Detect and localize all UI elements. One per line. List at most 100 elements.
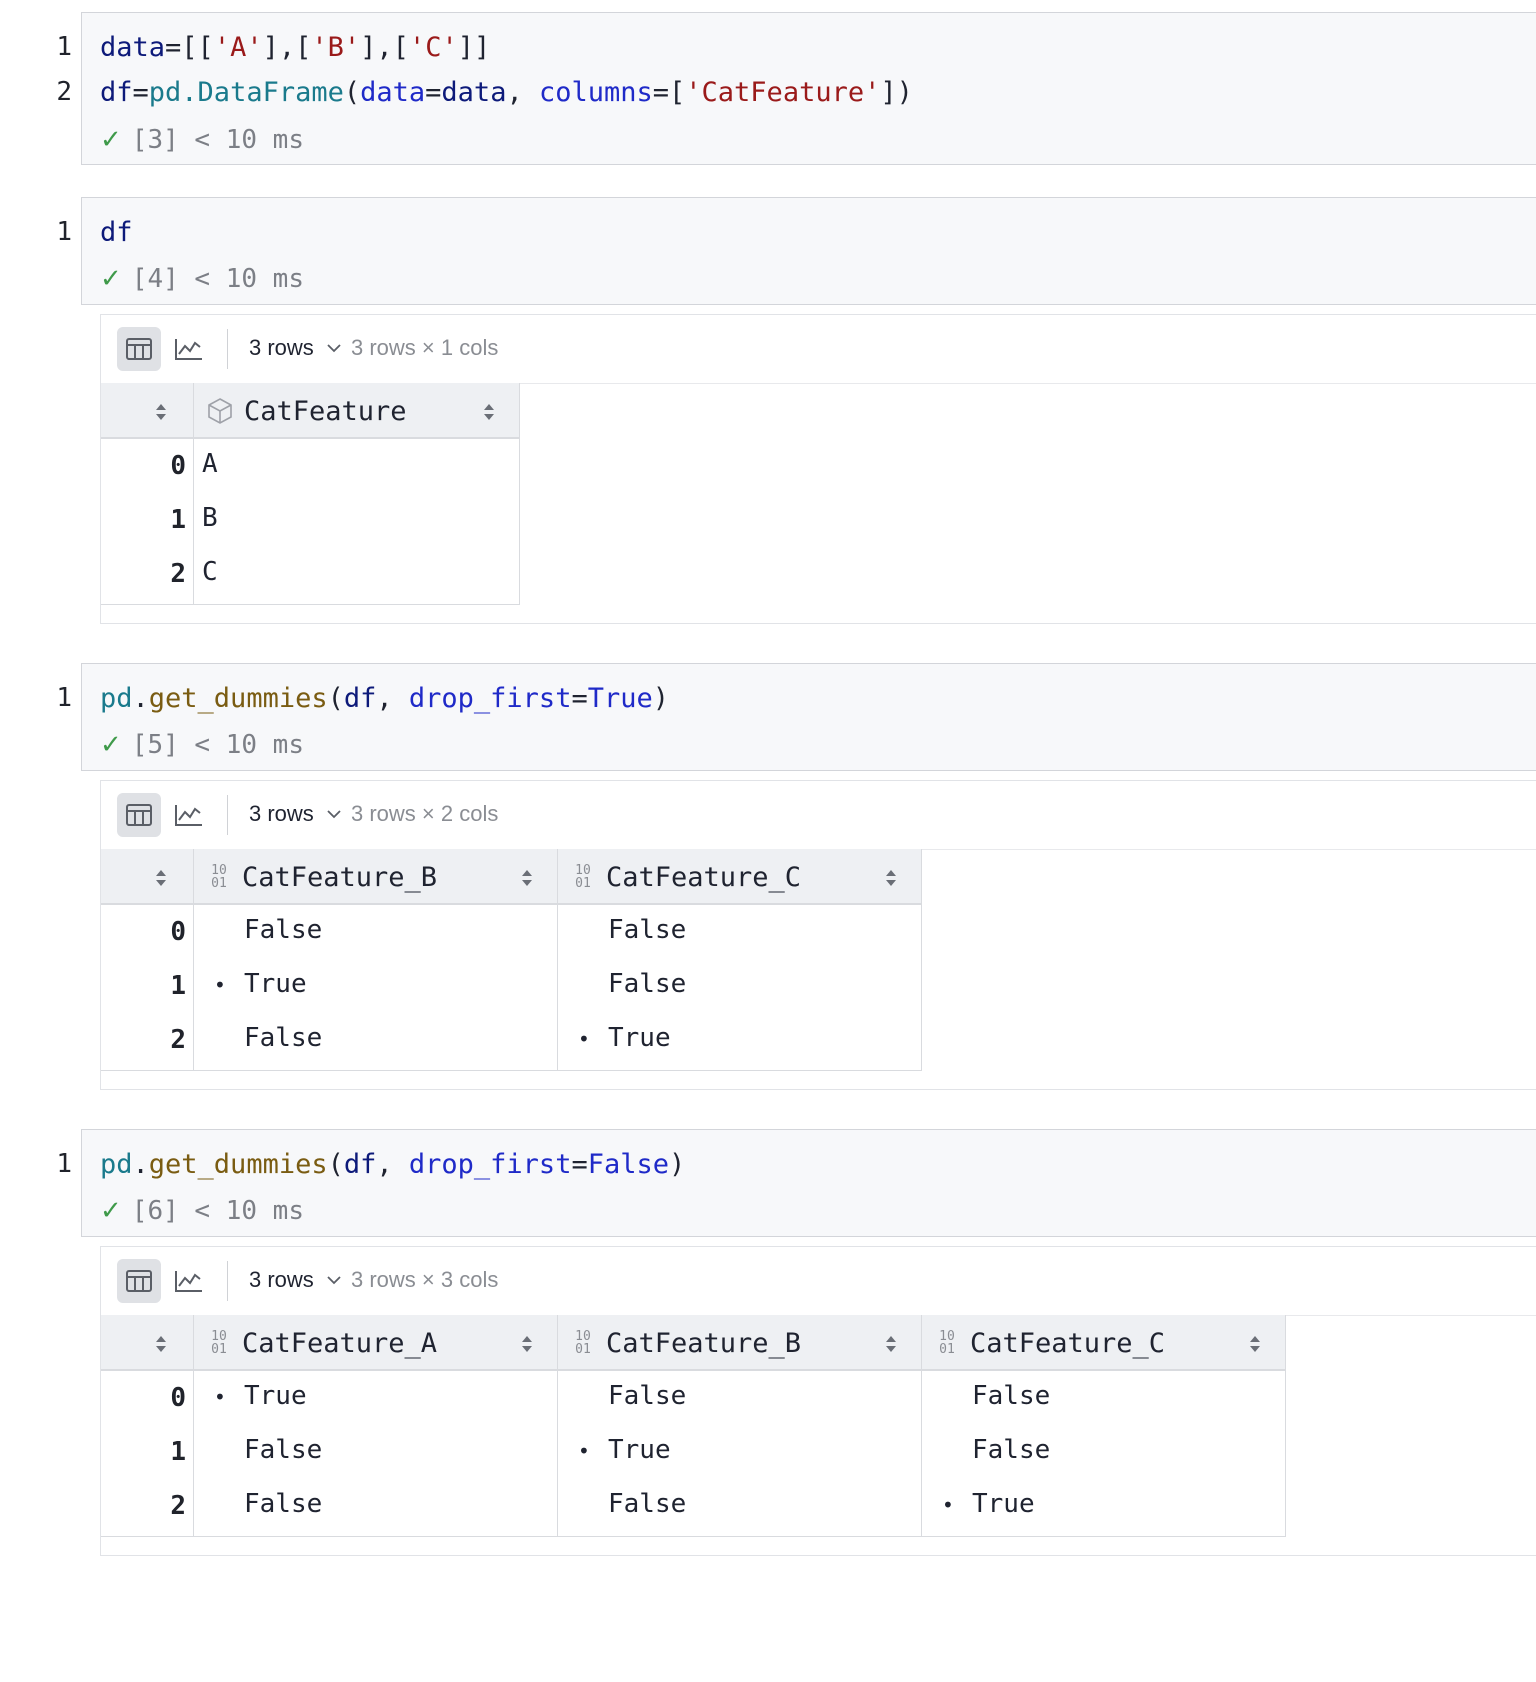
code-token: df (100, 217, 133, 248)
grid-cell[interactable]: False (608, 969, 686, 999)
data-grid: CatFeature 0 A 1 B 2 C (101, 383, 520, 605)
binary-icon-bottom: 01 (575, 1342, 591, 1357)
grid-cell[interactable]: False (608, 1489, 686, 1519)
code-token: =[[ (165, 32, 214, 63)
column-header[interactable]: 10 01 CatFeature_A (206, 1315, 530, 1371)
sort-icon[interactable] (154, 401, 168, 423)
rows-dropdown[interactable]: 3 rows (249, 1267, 342, 1293)
code-token: pd (100, 1149, 133, 1180)
grid-cell[interactable]: False (244, 1435, 322, 1465)
chart-view-button[interactable] (167, 1259, 211, 1303)
grid-cell[interactable]: False (608, 1381, 686, 1411)
row-index: 1 (170, 1437, 186, 1467)
output-toolbar: 3 rows 3 rows × 2 cols (101, 781, 1536, 850)
grid-cell[interactable]: True (972, 1489, 1035, 1519)
table-view-icon (126, 1270, 152, 1292)
code-token: data (360, 77, 426, 108)
grid-cell[interactable]: False (972, 1435, 1050, 1465)
sort-icon[interactable] (884, 1333, 898, 1355)
code-token: df (343, 1149, 377, 1180)
sort-icon[interactable] (520, 1333, 534, 1355)
binary-icon: 10 01 (206, 864, 232, 890)
grid-cell[interactable]: A (202, 449, 218, 479)
grid-cell[interactable]: C (202, 557, 218, 587)
code-token: = (571, 683, 588, 714)
code-token: ]) (880, 77, 913, 108)
sort-icon[interactable] (520, 867, 534, 889)
column-header[interactable]: 10 01 CatFeature_B (206, 849, 530, 905)
chart-view-button[interactable] (167, 327, 211, 371)
sort-icon[interactable] (884, 867, 898, 889)
shape-label: 3 rows × 1 cols (351, 335, 499, 360)
code-token: ( (343, 77, 361, 108)
line-number: 1 (56, 32, 72, 62)
true-marker-dot: • (942, 1493, 954, 1517)
column-header-label: CatFeature_B (606, 1327, 802, 1359)
column-header[interactable]: 10 01 CatFeature_B (570, 1315, 894, 1371)
code-line[interactable]: data=[['A'],['B'],['C']] (100, 32, 490, 63)
code-line[interactable]: df (100, 217, 133, 248)
chart-view-button[interactable] (167, 793, 211, 837)
chart-view-icon (175, 805, 202, 826)
code-line[interactable]: pd.get_dummies(df, drop_first=True) (100, 683, 669, 714)
true-marker-dot: • (578, 1439, 590, 1463)
output-toolbar: 3 rows 3 rows × 3 cols (101, 1247, 1536, 1316)
grid-cell[interactable]: False (244, 1023, 322, 1053)
grid-cell[interactable]: True (608, 1435, 671, 1465)
data-grid: 10 01 CatFeature_B 10 01 CatFeature_C 0 False Fa… (101, 849, 922, 1071)
grid-cell[interactable]: False (972, 1381, 1050, 1411)
binary-icon-bottom: 01 (575, 876, 591, 891)
grid-cell[interactable]: False (244, 1489, 322, 1519)
rows-dropdown[interactable]: 3 rows (249, 801, 342, 827)
execution-status: ✓ [6] < 10 ms (100, 1196, 304, 1226)
table-view-button[interactable] (117, 327, 161, 371)
code-line[interactable]: pd.get_dummies(df, drop_first=False) (100, 1149, 685, 1180)
column-header[interactable]: 10 01 CatFeature_C (570, 849, 894, 905)
table-view-button[interactable] (117, 1259, 161, 1303)
execution-status: ✓ [4] < 10 ms (100, 264, 304, 294)
code-line[interactable]: df=pd.DataFrame(data=data, columns=['Cat… (100, 77, 913, 108)
sort-icon[interactable] (1248, 1333, 1262, 1355)
grid-cell[interactable]: True (608, 1023, 671, 1053)
grid-cell[interactable]: False (244, 915, 322, 945)
row-index: 1 (170, 505, 186, 535)
sort-icon[interactable] (154, 867, 168, 889)
chevron-down-icon (327, 1276, 341, 1285)
code-token: =[ (652, 77, 686, 108)
line-number: 1 (56, 217, 72, 247)
row-index: 2 (170, 559, 186, 589)
dataframe-output: 3 rows 3 rows × 3 cols 10 01 CatFeature_A 10 0… (100, 1246, 1536, 1556)
dataframe-output: 3 rows 3 rows × 2 cols 10 01 CatFeature_B 10 0… (100, 780, 1536, 1090)
row-index: 2 (170, 1491, 186, 1521)
sort-icon[interactable] (482, 401, 496, 423)
column-header[interactable]: 10 01 CatFeature_C (934, 1315, 1258, 1371)
code-token: df (343, 683, 377, 714)
rows-dropdown[interactable]: 3 rows (249, 335, 342, 361)
true-marker-dot: • (578, 1027, 590, 1051)
code-token: pd (100, 683, 133, 714)
code-token: , (506, 77, 539, 108)
execution-status: ✓ [3] < 10 ms (100, 125, 304, 155)
code-token: df (100, 77, 133, 108)
column-header-label: CatFeature_C (606, 861, 802, 893)
grid-bottom-border (101, 1070, 194, 1071)
code-token: data (100, 32, 166, 63)
row-index: 2 (170, 1025, 186, 1055)
code-token: 'A' (213, 32, 263, 63)
code-token: get_dummies (148, 1149, 328, 1180)
column-header[interactable]: CatFeature (206, 383, 492, 439)
table-view-button[interactable] (117, 793, 161, 837)
code-token: . (132, 683, 149, 714)
code-token: 'B' (311, 32, 361, 63)
code-token: ( (327, 1149, 344, 1180)
code-token: ],[ (262, 32, 312, 63)
grid-cell[interactable]: B (202, 503, 218, 533)
execution-count-time: [5] < 10 ms (131, 730, 304, 760)
code-token: 'CatFeature' (685, 77, 881, 108)
code-token: True (587, 683, 653, 714)
grid-cell[interactable]: False (608, 915, 686, 945)
grid-cell[interactable]: True (244, 1381, 307, 1411)
execution-count-time: [4] < 10 ms (131, 264, 304, 294)
sort-icon[interactable] (154, 1333, 168, 1355)
grid-cell[interactable]: True (244, 969, 307, 999)
